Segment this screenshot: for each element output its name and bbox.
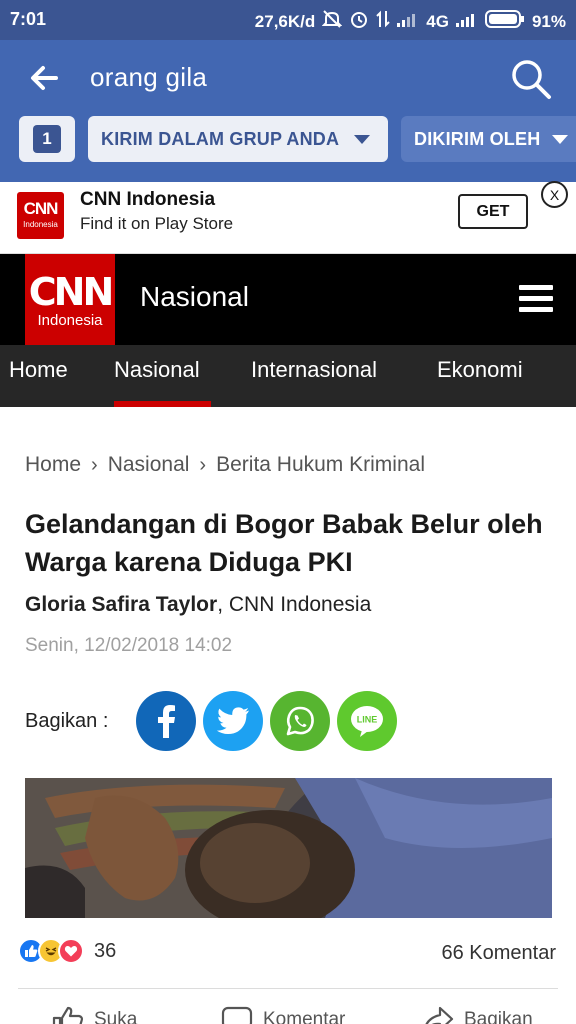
battery-icon xyxy=(484,10,525,33)
menu-icon[interactable] xyxy=(519,285,553,313)
comments-count[interactable]: 66 Komentar xyxy=(441,942,556,965)
outlet-name: , CNN Indonesia xyxy=(217,593,372,616)
comment-icon xyxy=(221,1006,253,1024)
cnn-logo-text: CNN xyxy=(28,270,115,314)
chevron-down-icon xyxy=(354,134,370,144)
nav-active-indicator xyxy=(114,401,211,407)
filter-count-chip[interactable]: 1 xyxy=(19,116,75,162)
close-banner-button[interactable]: X xyxy=(541,181,568,208)
article-headline: Gelandangan di Bogor Babak Belur oleh Wa… xyxy=(25,509,543,577)
comment-button[interactable]: Komentar xyxy=(221,1006,345,1024)
back-arrow-icon[interactable] xyxy=(26,60,62,96)
banner-app-name: CNN Indonesia xyxy=(80,189,216,210)
mute-icon xyxy=(321,10,343,33)
thumbs-up-icon xyxy=(52,1006,84,1024)
banner-logo-text: CNN xyxy=(23,199,59,218)
breadcrumb-nasional[interactable]: Nasional xyxy=(108,453,190,477)
get-app-button[interactable]: GET xyxy=(458,194,528,229)
like-label: Suka xyxy=(94,1009,138,1024)
reactions-summary[interactable]: 36 xyxy=(18,938,116,964)
status-time: 7:01 xyxy=(10,9,47,29)
breadcrumb-separator: › xyxy=(91,453,98,476)
search-query[interactable]: orang gila xyxy=(90,62,207,93)
status-bar: 7:01 27,6K/d 4G 91% xyxy=(0,0,576,40)
divider xyxy=(18,988,558,989)
banner-subtitle: Find it on Play Store xyxy=(80,214,234,233)
comment-label: Komentar xyxy=(263,1009,346,1024)
network-type: 4G xyxy=(426,11,449,31)
filter-posted-in-group[interactable]: KIRIM DALAM GRUP ANDA xyxy=(88,116,388,162)
section-title: Nasional xyxy=(140,281,249,312)
reaction-count: 36 xyxy=(94,939,117,962)
signal-icon-1 xyxy=(397,11,419,32)
battery-level: 91% xyxy=(531,11,566,31)
article-photo[interactable] xyxy=(25,778,552,918)
facebook-share-button[interactable] xyxy=(136,691,196,751)
facebook-icon xyxy=(158,705,175,738)
nav-home[interactable]: Home xyxy=(9,357,68,383)
share-label: Bagikan : xyxy=(25,710,109,732)
status-icons: 27,6K/d 4G 91% xyxy=(255,9,566,34)
love-reaction-icon xyxy=(58,938,84,964)
twitter-icon xyxy=(216,707,249,734)
filter-sent-label: DIKIRIM OLEH xyxy=(414,128,541,149)
data-transfer-icon xyxy=(376,10,390,33)
twitter-share-button[interactable] xyxy=(203,691,263,751)
line-icon-label: LINE xyxy=(357,715,378,725)
article-date: Senin, 12/02/2018 14:02 xyxy=(25,635,233,656)
signal-icon-2 xyxy=(455,11,478,32)
search-icon[interactable] xyxy=(510,58,552,100)
nav-internasional[interactable]: Internasional xyxy=(251,357,377,383)
search-header: orang gila 1 KIRIM DALAM GRUP ANDA DIKIR… xyxy=(0,40,576,182)
whatsapp-icon xyxy=(286,706,314,736)
alarm-icon xyxy=(349,9,369,34)
cnn-logo[interactable]: CNN Indonesia xyxy=(25,254,115,345)
filter-posted-by[interactable]: DIKIRIM OLEH xyxy=(401,116,576,162)
chevron-down-icon xyxy=(552,134,569,144)
breadcrumb-home[interactable]: Home xyxy=(25,453,81,477)
banner-logo-subtext: Indonesia xyxy=(23,220,58,229)
author-name[interactable]: Gloria Safira Taylor xyxy=(25,593,217,616)
share-icon xyxy=(425,1006,454,1024)
breadcrumb-category[interactable]: Berita Hukum Kriminal xyxy=(216,453,425,477)
line-icon: LINE xyxy=(351,706,383,737)
app-install-banner: CNN Indonesia CNN Indonesia Find it on P… xyxy=(0,181,576,254)
site-nav: Home Nasional Internasional Ekonomi xyxy=(0,345,576,407)
filter-group-label: KIRIM DALAM GRUP ANDA xyxy=(101,128,340,149)
breadcrumb-separator: › xyxy=(199,453,207,476)
cnn-app-logo: CNN Indonesia xyxy=(17,192,64,239)
breadcrumb: Home › Nasional › Berita Hukum Kriminal xyxy=(25,453,425,477)
whatsapp-share-button[interactable] xyxy=(270,691,330,751)
cnn-logo-subtext: Indonesia xyxy=(37,312,103,329)
like-button[interactable]: Suka xyxy=(52,1006,137,1024)
article-byline: Gloria Safira Taylor, CNN Indonesia xyxy=(25,593,371,617)
share-button[interactable]: Bagikan xyxy=(422,1006,533,1024)
nav-ekonomi[interactable]: Ekonomi xyxy=(437,357,523,383)
network-speed: 27,6K/d xyxy=(254,11,316,31)
search-filters: 1 KIRIM DALAM GRUP ANDA DIKIRIM OLEH xyxy=(0,116,576,162)
filter-count: 1 xyxy=(33,125,61,153)
line-share-button[interactable]: LINE xyxy=(337,691,397,751)
site-header: CNN Indonesia Nasional xyxy=(0,254,576,345)
nav-nasional[interactable]: Nasional xyxy=(114,357,200,383)
share-label: Bagikan xyxy=(464,1009,533,1024)
